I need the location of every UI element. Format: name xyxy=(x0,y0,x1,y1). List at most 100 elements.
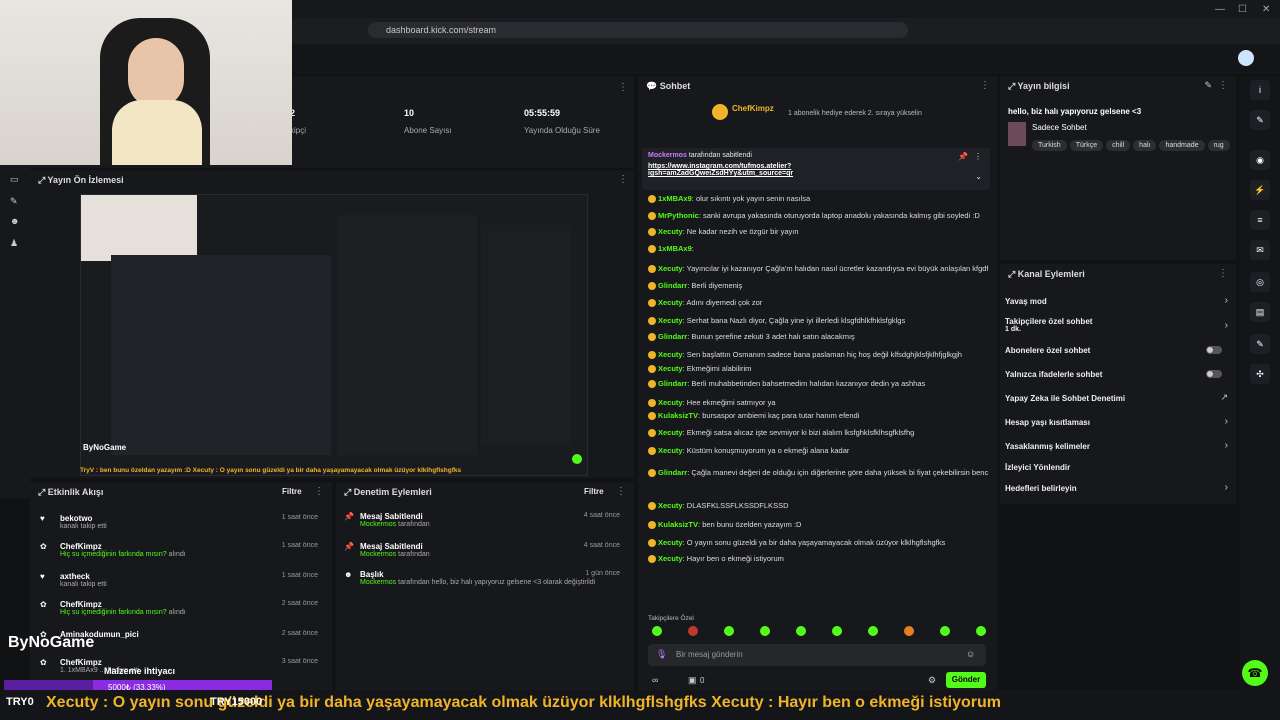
chat-username[interactable]: Xecuty xyxy=(658,350,683,359)
emote-button[interactable] xyxy=(760,626,770,636)
close-icon[interactable]: ✕ xyxy=(1262,4,1270,15)
emote-button[interactable] xyxy=(652,626,662,636)
expand-icon[interactable]: ⤢ xyxy=(1008,81,1018,91)
external-link-icon[interactable]: ↗ xyxy=(1220,392,1228,403)
broadcast-icon[interactable]: ◎ xyxy=(1250,272,1270,292)
followers-only-row[interactable]: Takipçilere özel sohbet 1 dk. xyxy=(1005,317,1231,333)
chat-username[interactable]: Xecuty xyxy=(658,316,683,325)
chat-username[interactable]: Glindarr xyxy=(658,379,687,388)
chat-username[interactable]: Xecuty xyxy=(658,501,683,510)
link-icon[interactable]: ∞ xyxy=(652,675,658,685)
send-button[interactable]: Gönder xyxy=(946,672,986,688)
chat-username[interactable]: Xecuty xyxy=(658,264,683,273)
pinned-link[interactable]: https://www.instagram.com/tufmos.atelier… xyxy=(642,163,822,177)
pinned-by[interactable]: Mockermos xyxy=(648,152,687,159)
emote-button[interactable] xyxy=(904,626,914,636)
more-icon[interactable]: ⋮ xyxy=(1218,80,1228,91)
tag[interactable]: handmade xyxy=(1159,140,1205,151)
person-icon[interactable]: ♟ xyxy=(10,238,18,249)
chat-username[interactable]: KulaksizTV xyxy=(658,411,698,420)
emoji-icon[interactable]: ☺ xyxy=(966,649,975,659)
emote-button[interactable] xyxy=(796,626,806,636)
chat-username[interactable]: MrPythonic xyxy=(658,211,699,220)
more-icon[interactable]: ⋮ xyxy=(618,82,628,93)
expand-icon[interactable]: ⤢ xyxy=(38,175,48,185)
raid-row[interactable]: İzleyici Yönlendir xyxy=(1005,463,1231,472)
tag[interactable]: rug xyxy=(1207,140,1230,151)
layout-icon[interactable]: ▭ xyxy=(10,174,19,185)
chat-username[interactable]: KulaksizTV xyxy=(658,520,698,529)
chat-username[interactable]: Xecuty xyxy=(658,298,683,307)
moderator-name[interactable]: Mockermos xyxy=(360,579,396,586)
category-name[interactable]: Sadece Sohbet xyxy=(1032,123,1087,132)
moderator-name[interactable]: Mockermos xyxy=(360,551,396,558)
chat-username[interactable]: Xecuty xyxy=(658,428,683,437)
chat-username[interactable]: Xecuty xyxy=(658,538,683,547)
camera-icon[interactable]: ◉ xyxy=(1250,150,1270,170)
account-age-row[interactable]: Hesap yaşı kısıtlaması xyxy=(1005,418,1231,427)
chevron-right-icon[interactable]: › xyxy=(1225,320,1228,331)
avatar[interactable] xyxy=(1238,50,1254,66)
chat-username[interactable]: 1xMBAx9 xyxy=(658,244,692,253)
users-icon[interactable]: ☻ xyxy=(10,216,19,226)
ai-moderation-row[interactable]: Yapay Zeka ile Sohbet Denetimi xyxy=(1005,394,1231,403)
chat-username[interactable]: Xecuty xyxy=(658,446,683,455)
chat-username[interactable]: Glindarr xyxy=(658,332,687,341)
expand-icon[interactable]: ⤢ xyxy=(1008,269,1018,279)
chevron-right-icon[interactable]: › xyxy=(1225,416,1228,427)
address-bar[interactable]: dashboard.kick.com/stream xyxy=(368,22,908,38)
emote-button[interactable] xyxy=(724,626,734,636)
chat-username[interactable]: Xecuty xyxy=(658,364,683,373)
wrench-icon[interactable]: ✎ xyxy=(1250,334,1270,354)
tag[interactable]: Turkish xyxy=(1032,140,1067,151)
gear-icon[interactable]: ⚙ xyxy=(928,675,936,686)
moderator-name[interactable]: Mockermos xyxy=(360,521,396,528)
lightning-icon[interactable]: ⚡ xyxy=(1250,180,1270,200)
support-icon[interactable]: ☎ xyxy=(1242,660,1268,686)
info-icon[interactable]: i xyxy=(1250,80,1270,100)
top-gifter[interactable]: ChefKimpz xyxy=(732,104,774,113)
emote-button[interactable] xyxy=(868,626,878,636)
shield-icon[interactable]: ▤ xyxy=(1250,302,1270,322)
preview-video[interactable]: ByNoGame xyxy=(80,194,588,476)
tag[interactable]: Türkçe xyxy=(1069,140,1104,151)
minimize-icon[interactable]: — xyxy=(1215,4,1225,15)
tag[interactable]: chill xyxy=(1106,140,1131,151)
emote-button[interactable] xyxy=(940,626,950,636)
subscribers-only-toggle[interactable] xyxy=(1206,346,1222,354)
list-icon[interactable]: ≡ xyxy=(1250,210,1270,230)
expand-icon[interactable]: ⤢ xyxy=(38,487,48,497)
goals-row[interactable]: Hedefleri belirleyin xyxy=(1005,484,1231,493)
more-icon[interactable]: ⋮ xyxy=(974,152,982,161)
filter-button[interactable]: Filtre xyxy=(282,487,302,496)
chat-icon[interactable]: ✉ xyxy=(1250,240,1270,260)
filter-button[interactable]: Filtre xyxy=(584,487,604,496)
expand-icon[interactable]: ⤢ xyxy=(344,487,354,497)
more-icon[interactable]: ⋮ xyxy=(314,486,324,497)
emote-button[interactable] xyxy=(688,626,698,636)
slow-mode-row[interactable]: Yavaş mod xyxy=(1005,297,1231,306)
maximize-icon[interactable]: ☐ xyxy=(1238,4,1247,15)
more-icon[interactable]: ⋮ xyxy=(616,486,626,497)
chat-username[interactable]: Glindarr xyxy=(658,468,687,477)
edit-icon[interactable]: ✎ xyxy=(1250,110,1270,130)
chat-input[interactable]: Bir mesaj gönderin xyxy=(648,644,986,666)
more-icon[interactable]: ⋮ xyxy=(1218,268,1228,279)
more-icon[interactable]: ⋮ xyxy=(980,80,990,91)
emote-button[interactable] xyxy=(976,626,986,636)
wrench-icon[interactable]: ✎ xyxy=(10,196,18,207)
puzzle-icon[interactable]: ✣ xyxy=(1250,364,1270,384)
chat-username[interactable]: Xecuty xyxy=(658,227,683,236)
chat-username[interactable]: Xecuty xyxy=(658,398,683,407)
more-icon[interactable]: ⋮ xyxy=(618,174,628,185)
chevron-right-icon[interactable]: › xyxy=(1225,295,1228,306)
chat-username[interactable]: Glindarr xyxy=(658,281,687,290)
chevron-right-icon[interactable]: › xyxy=(1225,440,1228,451)
pin-icon[interactable]: 📌 xyxy=(958,152,968,161)
chat-username[interactable]: Xecuty xyxy=(658,554,683,563)
tag[interactable]: halı xyxy=(1133,140,1157,151)
emote-button[interactable] xyxy=(832,626,842,636)
chevron-down-icon[interactable]: ⌄ xyxy=(975,172,982,181)
emote-only-toggle[interactable] xyxy=(1206,370,1222,378)
chevron-right-icon[interactable]: › xyxy=(1225,482,1228,493)
